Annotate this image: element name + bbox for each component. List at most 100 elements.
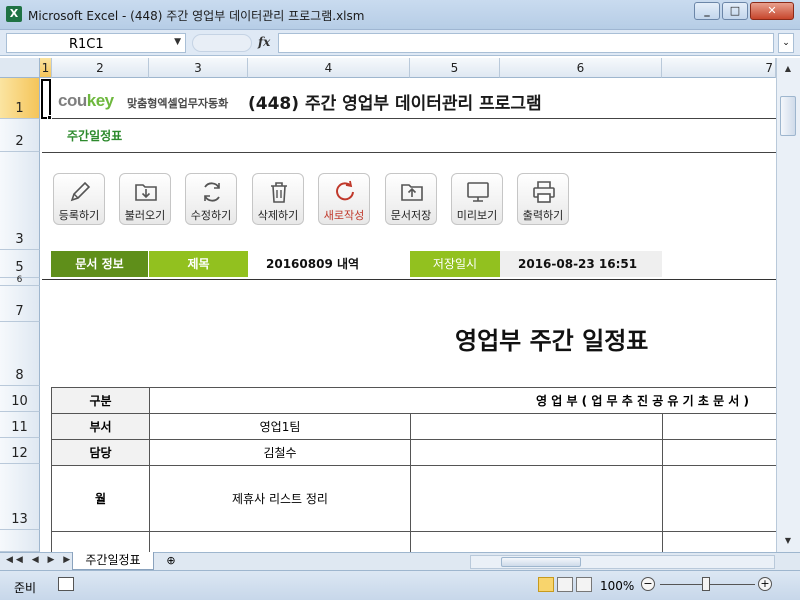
table-cell[interactable]: 영업1팀 [149,413,411,440]
zoom-out-icon[interactable]: − [641,577,655,591]
row-header[interactable]: 11 [0,412,40,438]
zoom-slider-thumb[interactable] [702,577,710,591]
divider [42,279,776,280]
divider [42,118,776,119]
formula-divider [192,34,252,52]
select-all-corner[interactable] [0,58,40,78]
page-break-view-icon[interactable] [576,577,592,592]
department-header[interactable]: 영 업 부 ( 업 무 추 진 공 유 기 초 문 서 ) [149,387,778,414]
column-header[interactable]: 3 [149,58,248,78]
new-refresh-icon [336,180,354,201]
load-label: 불러오기 [124,209,166,222]
print-button[interactable]: 출력하기 [517,173,569,225]
register-button[interactable]: 등록하기 [53,173,105,225]
edit-label: 수정하기 [190,209,232,222]
preview-label: 미리보기 [456,209,498,222]
row-header[interactable]: 7 [0,286,40,322]
vertical-scroll-thumb[interactable] [780,96,796,136]
name-box-value: R1C1 [69,37,104,52]
row-header[interactable]: 10 [0,386,40,412]
excel-icon[interactable]: X [6,6,22,22]
vertical-scrollbar[interactable]: ▲ ▼ [776,58,800,552]
sheet-tab-active[interactable]: 주간일정표 [72,552,154,570]
table-cell[interactable] [662,439,778,466]
zoom-level[interactable]: 100% [600,579,634,593]
status-ready: 준비 [14,581,37,595]
edit-button[interactable]: 수정하기 [185,173,237,225]
close-button[interactable]: ✕ [750,2,794,20]
window-title: Microsoft Excel - (448) 주간 영업부 데이터관리 프로그… [28,9,365,23]
zoom-in-icon[interactable]: + [758,577,772,591]
name-box[interactable]: R1C1 ▼ [6,33,186,53]
table-cell[interactable]: 김철수 [149,439,411,466]
table-row-label[interactable]: 부서 [51,413,150,440]
minimize-button[interactable]: _ [694,2,720,20]
delete-button[interactable]: 삭제하기 [252,173,304,225]
expand-formula-icon[interactable]: ⌄ [778,33,794,53]
sheet-title: 주간일정표 [67,129,123,143]
column-header[interactable]: 4 [248,58,410,78]
folder-download-icon [135,184,157,201]
row-header[interactable]: 5 [0,250,40,278]
coukey-logo: coukey [58,91,114,110]
row-header[interactable] [0,530,40,552]
category-header[interactable]: 구분 [51,387,150,414]
chevron-down-icon[interactable]: ▼ [174,37,181,47]
saved-time-label: 저장일시 [410,251,500,277]
new-document-button[interactable]: 새로작성 [318,173,370,225]
trash-icon [271,182,287,203]
fill-handle[interactable] [47,115,52,120]
horizontal-scroll-thumb[interactable] [501,557,581,567]
table-cell[interactable] [410,439,663,466]
row-header[interactable]: 3 [0,152,40,250]
row-header[interactable]: 8 [0,322,40,386]
doc-title-value[interactable]: 20160809 내역 [248,251,410,277]
horizontal-scrollbar[interactable] [470,555,775,569]
sheet-tab-bar: ◀◀ ◀ ▶ ▶▶ 주간일정표 ⊕ [0,552,800,570]
page-layout-view-icon[interactable] [557,577,573,592]
column-header[interactable]: 5 [410,58,500,78]
print-label: 출력하기 [522,209,564,222]
divider [42,152,776,153]
row-header[interactable]: 12 [0,438,40,464]
row-header[interactable]: 2 [0,119,40,152]
preview-button[interactable]: 미리보기 [451,173,503,225]
scroll-down-icon[interactable]: ▼ [780,534,796,548]
save-document-button[interactable]: 문서저장 [385,173,437,225]
schedule-table: 구분 영 업 부 ( 업 무 추 진 공 유 기 초 문 서 ) 부서 영업1팀… [51,387,778,562]
column-header[interactable]: 1 [40,58,52,78]
table-cell[interactable] [410,465,663,532]
scroll-up-icon[interactable]: ▲ [780,62,796,76]
formula-bar: R1C1 ▼ fx ⌄ [0,30,800,56]
normal-view-icon[interactable] [538,577,554,592]
pencil-icon [70,181,91,202]
row-header[interactable]: 6 [0,275,40,286]
maximize-button[interactable]: □ [722,2,748,20]
schedule-title: 영업부 주간 일정표 [455,327,649,355]
monitor-icon [467,182,489,202]
macro-record-icon[interactable] [58,577,74,591]
table-row-label[interactable]: 담당 [51,439,150,466]
new-sheet-icon[interactable]: ⊕ [160,554,182,569]
title-bar: X Microsoft Excel - (448) 주간 영업부 데이터관리 프… [0,0,800,30]
load-button[interactable]: 불러오기 [119,173,171,225]
app-title: (448) 주간 영업부 데이터관리 프로그램 [248,94,542,114]
window-controls: _ □ ✕ [694,2,794,20]
doc-info-label: 문서 정보 [51,251,148,277]
active-cell-cursor[interactable] [41,79,51,119]
table-row-label[interactable]: 월 [51,465,150,532]
table-cell[interactable] [662,465,778,532]
doc-title-label: 제목 [149,251,248,277]
fx-icon[interactable]: fx [258,35,270,49]
row-header[interactable]: 1 [0,78,40,119]
table-cell[interactable]: 제휴사 리스트 정리 [149,465,411,532]
formula-input[interactable] [278,33,774,53]
column-header[interactable]: 2 [52,58,149,78]
table-cell[interactable] [662,413,778,440]
refresh-icon [204,182,220,202]
delete-label: 삭제하기 [257,209,299,222]
column-header[interactable]: 7 [662,58,776,78]
row-header[interactable]: 13 [0,464,40,530]
table-cell[interactable] [410,413,663,440]
column-header[interactable]: 6 [500,58,662,78]
